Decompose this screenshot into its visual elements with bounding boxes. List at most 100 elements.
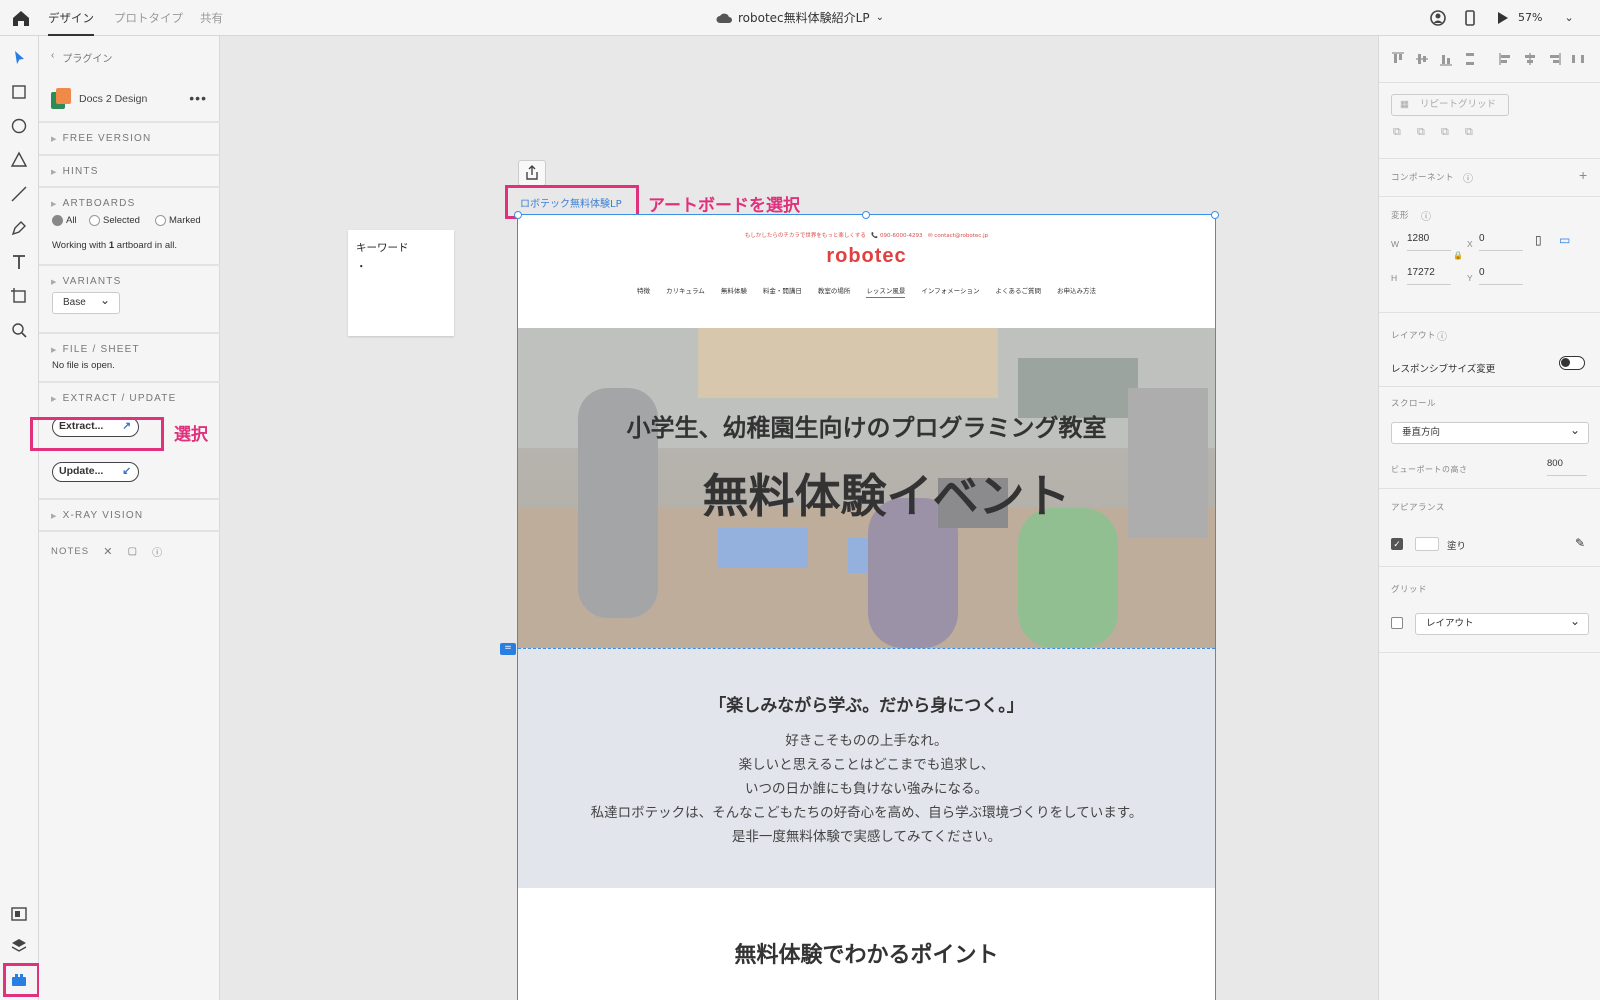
extract-update-section[interactable]: EXTRACT / UPDATE	[39, 381, 220, 404]
boolean-subtract-icon[interactable]: ⧉	[1417, 126, 1431, 140]
resize-handle[interactable]	[862, 211, 870, 219]
zoom-tool-icon[interactable]	[9, 320, 29, 340]
lock-icon[interactable]: 🔒	[1453, 251, 1467, 265]
concept-line: 私達ロボテックは、そんなこどもたちの好奇心を高め、自ら学ぶ環境づくりをしています…	[590, 805, 1143, 821]
viewport-marker-icon[interactable]: =	[500, 643, 516, 655]
viewport-input[interactable]: 800	[1547, 458, 1587, 476]
nav-item-active: レッスン風景	[866, 285, 906, 298]
more-options-icon[interactable]: •••	[189, 90, 207, 106]
artboards-section[interactable]: ARTBOARDS	[39, 186, 220, 209]
artboard-name-label[interactable]: ロボテック無料体験LP	[520, 195, 622, 210]
share-icon	[526, 165, 538, 180]
align-bottom-icon[interactable]	[1439, 52, 1453, 66]
update-button[interactable]: Update... ↙	[52, 462, 139, 482]
document-title[interactable]: robotec無料体験紹介LP ⌄	[700, 0, 900, 36]
share-artboard-button[interactable]	[518, 160, 546, 186]
layers-icon[interactable]	[9, 936, 29, 956]
hints-section[interactable]: HINTS	[39, 154, 220, 177]
radio-dot	[89, 215, 100, 226]
radio-all[interactable]: All	[52, 215, 77, 226]
resize-handle[interactable]	[1211, 211, 1219, 219]
radio-selected[interactable]: Selected	[89, 215, 140, 226]
ellipse-tool-icon[interactable]	[9, 116, 29, 136]
artboard-tool-icon[interactable]	[9, 286, 29, 306]
assets-icon[interactable]	[9, 904, 29, 924]
align-left-icon[interactable]	[1499, 52, 1513, 66]
docs2design-logo-icon	[51, 88, 71, 110]
responsive-label: レスポンシブサイズ変更	[1391, 364, 1496, 375]
notes-divider	[39, 530, 220, 532]
line-tool-icon[interactable]	[9, 184, 29, 204]
landscape-icon[interactable]: ▭	[1559, 233, 1573, 247]
component-section: コンポーネント ⓘ +	[1379, 158, 1600, 185]
repeat-grid-button[interactable]: リピートグリッド ▦	[1391, 94, 1509, 116]
select-tool-icon[interactable]	[9, 48, 29, 68]
grid-checkbox[interactable]	[1391, 617, 1403, 629]
clipboard-icon[interactable]: ▢	[128, 546, 139, 557]
free-version-section[interactable]: FREE VERSION	[39, 121, 220, 144]
align-top-icon[interactable]	[1391, 52, 1405, 66]
align-right-icon[interactable]	[1547, 52, 1561, 66]
align-center-icon[interactable]	[1523, 52, 1537, 66]
align-middle-icon[interactable]	[1415, 52, 1429, 66]
annotation-select: 選択	[174, 425, 208, 445]
responsive-toggle[interactable]	[1559, 356, 1585, 370]
grid-type-select[interactable]: レイアウト	[1415, 611, 1589, 635]
info-icon[interactable]: ⓘ	[1463, 170, 1477, 185]
boolean-exclude-icon[interactable]: ⧉	[1465, 126, 1479, 140]
tab-share[interactable]: 共有	[200, 0, 223, 36]
close-icon[interactable]: ✕	[103, 545, 113, 558]
update-label: Update...	[59, 465, 104, 477]
info-icon[interactable]: ⓘ	[1437, 328, 1451, 343]
boolean-intersect-icon[interactable]: ⧉	[1441, 126, 1455, 140]
back-to-plugins[interactable]: ‹ プラグイン	[51, 50, 112, 65]
polygon-tool-icon[interactable]	[9, 150, 29, 170]
tab-prototype[interactable]: プロトタイプ	[114, 0, 183, 36]
header-info-line: もしかしたらのチカラで世界をもっと楽しくする 📞 090-6000-4293 ✉…	[744, 233, 989, 239]
divider	[1379, 652, 1600, 653]
radio-marked[interactable]: Marked	[155, 215, 201, 226]
mobile-preview-icon[interactable]	[1460, 8, 1480, 28]
eyedropper-icon[interactable]: ✎	[1575, 536, 1589, 550]
boolean-add-icon[interactable]: ⧉	[1393, 126, 1407, 140]
working-suffix: artboard in all.	[114, 240, 177, 251]
help-icon[interactable]: ⓘ	[152, 544, 163, 559]
scroll-section: スクロール	[1379, 386, 1600, 408]
distribute-horizontal-icon[interactable]	[1571, 52, 1585, 66]
artboard[interactable]: もしかしたらのチカラで世界をもっと楽しくする 📞 090-6000-4293 ✉…	[517, 214, 1216, 1000]
x-input[interactable]: 0	[1479, 233, 1523, 251]
section-title: FILE / SHEET	[51, 344, 140, 355]
annotation-select-artboard: アートボードを選択	[648, 196, 800, 216]
add-component-icon[interactable]: +	[1579, 167, 1593, 183]
zoom-select[interactable]: 57% ⌄	[1518, 0, 1574, 36]
resize-handle[interactable]	[514, 211, 522, 219]
text-tool-icon[interactable]	[9, 252, 29, 272]
variant-select[interactable]: Base	[52, 290, 120, 314]
user-icon[interactable]	[1428, 8, 1448, 28]
xray-section[interactable]: X-RAY VISION	[39, 498, 220, 521]
home-icon[interactable]	[10, 8, 32, 28]
back-label: プラグイン	[62, 54, 113, 65]
layout-label: レイアウト	[1391, 330, 1437, 340]
pen-tool-icon[interactable]	[9, 218, 29, 238]
sticky-note[interactable]: キーワード ・	[348, 230, 454, 336]
distribute-vertical-icon[interactable]	[1463, 52, 1477, 66]
variants-section[interactable]: VARIANTS	[39, 264, 220, 287]
scroll-select[interactable]: 垂直方向	[1391, 420, 1589, 444]
file-sheet-section[interactable]: FILE / SHEET	[39, 332, 220, 355]
play-icon[interactable]	[1492, 8, 1512, 28]
info-icon[interactable]: ⓘ	[1421, 208, 1435, 223]
file-status: No file is open.	[52, 360, 115, 371]
height-input[interactable]: 17272	[1407, 267, 1451, 285]
tab-design[interactable]: デザイン	[48, 0, 94, 36]
fill-checkbox[interactable]: ✓	[1391, 538, 1403, 550]
width-input[interactable]: 1280	[1407, 233, 1451, 251]
portrait-icon[interactable]: ▯	[1535, 233, 1549, 247]
plugin-header: Docs 2 Design	[51, 88, 147, 110]
concept-title: 「楽しみながら学ぶ。だから身につく。」	[709, 696, 1024, 716]
radio-label: Marked	[169, 215, 201, 226]
fill-color-swatch[interactable]	[1415, 537, 1439, 551]
rectangle-tool-icon[interactable]	[9, 82, 29, 102]
y-input[interactable]: 0	[1479, 267, 1523, 285]
layout-section: レイアウト ⓘ レスポンシブサイズ変更	[1379, 312, 1600, 375]
